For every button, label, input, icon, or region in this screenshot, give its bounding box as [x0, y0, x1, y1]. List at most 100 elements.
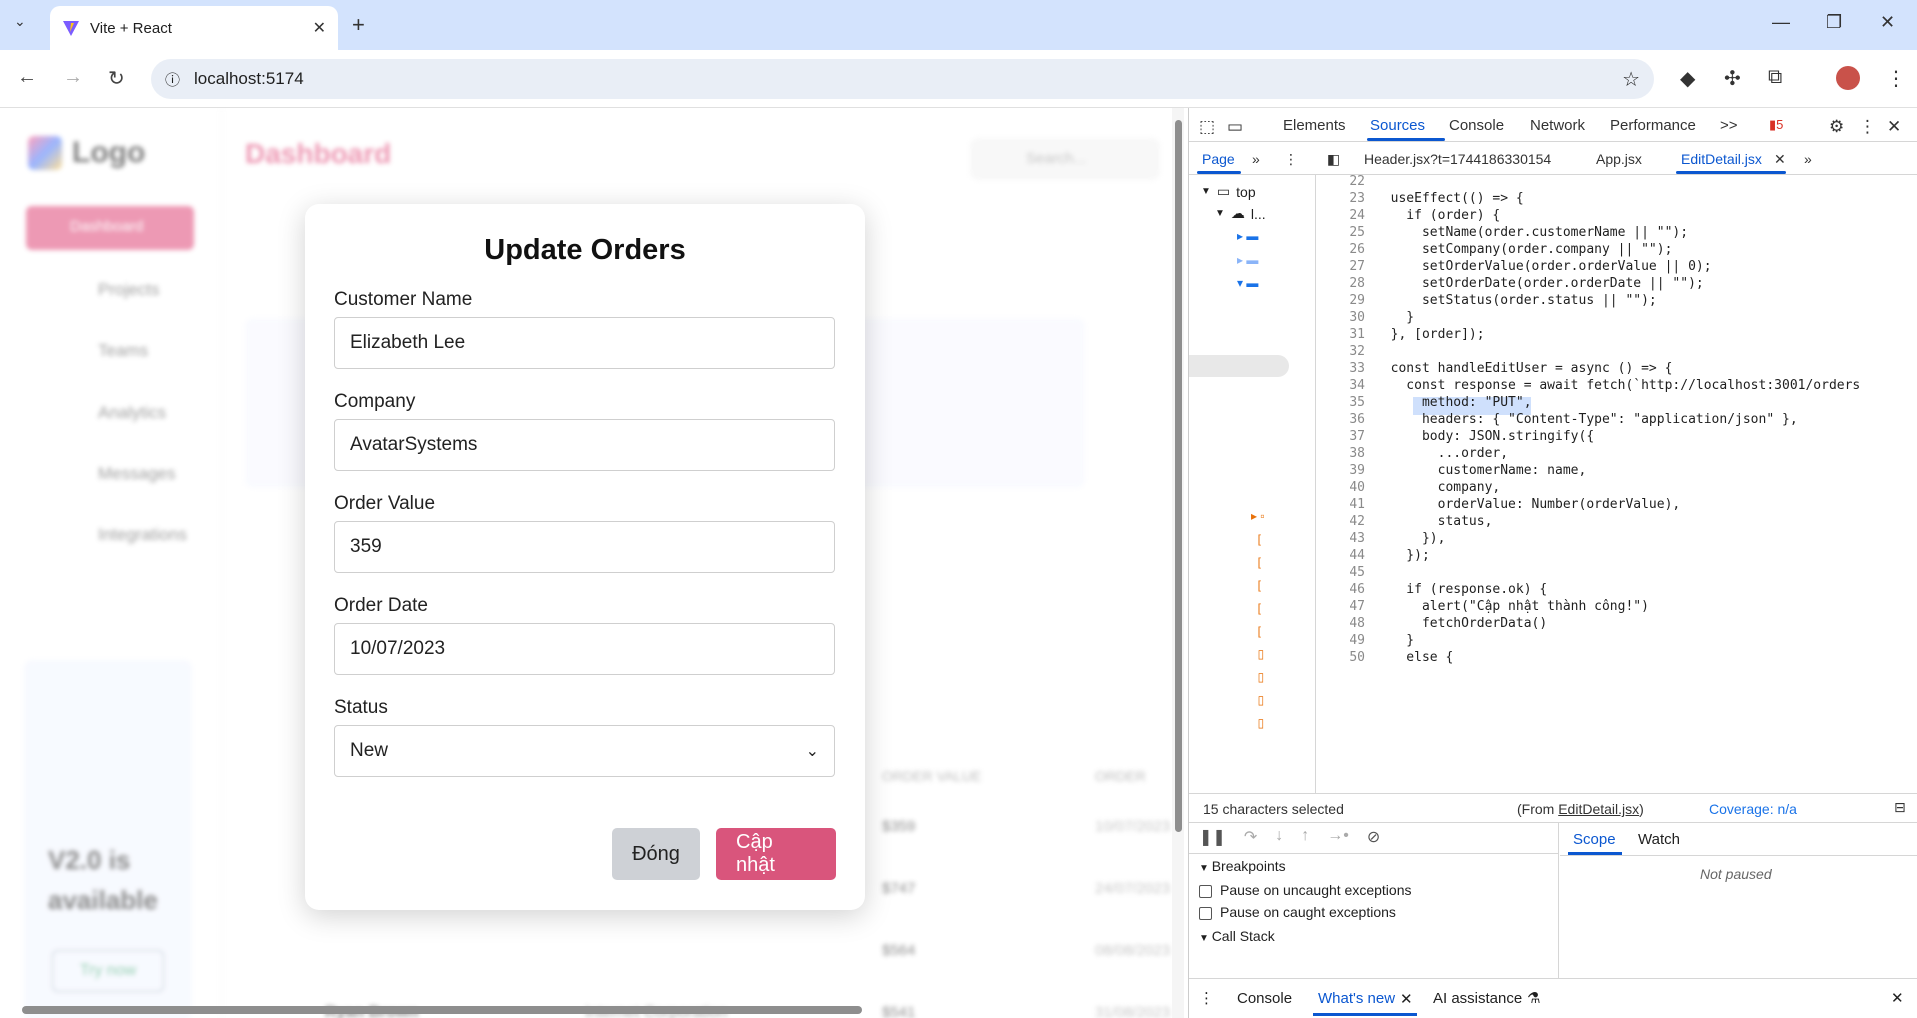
more-files-icon[interactable]: »	[1804, 151, 1812, 167]
browser-tab[interactable]: Vite + React ✕	[50, 6, 338, 50]
navigator-more-icon[interactable]: »	[1252, 151, 1260, 167]
chrome-menu-icon[interactable]: ⋮	[1886, 66, 1906, 91]
code-text: }),	[1375, 531, 1446, 546]
code-text: else {	[1375, 650, 1454, 665]
folder-icon[interactable]: ▾ ▬	[1237, 276, 1258, 290]
navigator-tab-page[interactable]: Page	[1202, 151, 1235, 167]
step-out-icon[interactable]: ↑	[1301, 827, 1309, 847]
address-bar[interactable]: ⓘ localhost:5174 ☆	[151, 59, 1654, 99]
modal-actions: Đóng Cập nhật	[612, 828, 836, 880]
close-button[interactable]: Đóng	[612, 828, 700, 880]
browser-toolbar: ← → ↻ ⓘ localhost:5174 ☆ ◆ ✣ ⧉ ⋮	[0, 50, 1917, 108]
tab-watch[interactable]: Watch	[1638, 831, 1680, 848]
tree-item-localhost[interactable]: ▼ ☁ l...	[1215, 205, 1266, 222]
step-into-icon[interactable]: ↓	[1275, 827, 1283, 847]
devtools-drawer: ⋮ Console What's new ✕ AI assistance ⚗ ✕	[1189, 978, 1917, 1018]
status-select[interactable]: New ⌄	[334, 725, 835, 777]
tab-elements[interactable]: Elements	[1283, 117, 1346, 134]
order-value-input[interactable]: 359	[334, 521, 835, 573]
customer-name-input[interactable]: Elizabeth Lee	[334, 317, 835, 369]
tree-item-top[interactable]: ▼ ▭ top	[1201, 183, 1256, 200]
page-horizontal-scrollbar-thumb[interactable]	[22, 1006, 862, 1014]
drawer-tab-ai-assistance[interactable]: AI assistance	[1433, 990, 1522, 1007]
tab-sources[interactable]: Sources	[1370, 117, 1425, 134]
company-input[interactable]: AvatarSystems	[334, 419, 835, 471]
tab-console[interactable]: Console	[1449, 117, 1504, 134]
source-map-link[interactable]: EditDetail.jsx	[1558, 801, 1639, 817]
drawer-tab-whats-new[interactable]: What's new	[1318, 990, 1395, 1007]
toggle-navigator-icon[interactable]: ◧	[1327, 151, 1340, 168]
code-text: });	[1375, 548, 1430, 563]
navigator-menu-icon[interactable]: ⋮	[1284, 151, 1298, 168]
line-number[interactable]: 50	[1317, 647, 1367, 668]
tab-search-icon[interactable]: ⌄	[14, 13, 26, 30]
drawer-toggle-icon[interactable]: ⊟	[1894, 799, 1906, 816]
code-text: status,	[1375, 514, 1493, 529]
file-tab-editdetail[interactable]: EditDetail.jsx	[1681, 151, 1762, 167]
company-label: Company	[334, 391, 416, 412]
pause-uncaught-option[interactable]: Pause on uncaught exceptions	[1199, 882, 1411, 898]
tab-network[interactable]: Network	[1530, 117, 1585, 134]
gear-icon[interactable]: ⚙	[1829, 117, 1844, 137]
tab-scope[interactable]: Scope	[1573, 831, 1616, 848]
window-close-icon[interactable]: ✕	[1880, 12, 1895, 33]
devtools-menu-icon[interactable]: ⋮	[1859, 117, 1876, 137]
drawer-menu-icon[interactable]: ⋮	[1199, 989, 1214, 1007]
drawer-tab-close-icon[interactable]: ✕	[1400, 990, 1413, 1008]
file-tab-header[interactable]: Header.jsx?t=1744186330154	[1364, 151, 1551, 167]
deactivate-breakpoints-icon[interactable]: ⊘	[1367, 827, 1380, 847]
folder-icon[interactable]: ▸ ▬	[1237, 229, 1258, 243]
minimize-icon[interactable]: —	[1772, 12, 1790, 33]
profile-avatar[interactable]	[1836, 66, 1860, 90]
more-tabs-icon[interactable]: >>	[1720, 117, 1738, 134]
back-icon[interactable]: ←	[17, 66, 37, 89]
pause-uncaught-checkbox[interactable]	[1199, 884, 1212, 898]
code-text: headers: { "Content-Type": "application/…	[1375, 412, 1798, 427]
frame-icon: ▭	[1216, 183, 1231, 199]
file-navigator-tree: ▼ ▭ top ▼ ☁ l... ▸ ▬ ▸ ▬ ▾ ▬ ▸ ▫ [ [ [ […	[1189, 175, 1316, 793]
pause-caught-option[interactable]: Pause on caught exceptions	[1199, 904, 1396, 920]
code-text: useEffect(() => {	[1375, 191, 1524, 206]
pause-icon[interactable]: ❚❚	[1199, 827, 1226, 847]
issues-badge[interactable]: ▮5	[1769, 117, 1783, 133]
step-icon[interactable]: →•	[1327, 827, 1349, 847]
site-info-icon[interactable]: ⓘ	[165, 69, 180, 90]
reload-icon[interactable]: ↻	[108, 66, 125, 91]
folder-icon[interactable]: ▸ ▬	[1237, 253, 1258, 267]
bookmark-star-icon[interactable]: ☆	[1622, 67, 1640, 92]
file-tab-app[interactable]: App.jsx	[1596, 151, 1642, 167]
device-toolbar-icon[interactable]: ▭	[1227, 117, 1243, 137]
file-tab-close-icon[interactable]: ✕	[1774, 151, 1786, 168]
extensions-puzzle-icon[interactable]: ⧉	[1768, 66, 1782, 89]
breakpoints-section[interactable]: ▼ Breakpoints	[1199, 858, 1286, 874]
new-tab-button[interactable]: +	[352, 12, 365, 38]
code-text: setCompany(order.company || "");	[1375, 242, 1673, 257]
order-date-input[interactable]: 10/07/2023	[334, 623, 835, 675]
pause-caught-checkbox[interactable]	[1199, 906, 1212, 920]
order-value-label: Order Value	[334, 493, 436, 514]
code-text: if (order) {	[1375, 208, 1501, 223]
extension-icon[interactable]: ◆	[1680, 66, 1695, 91]
extension-2-icon[interactable]: ✣	[1724, 66, 1741, 91]
inspect-element-icon[interactable]: ⬚	[1199, 117, 1215, 137]
drawer-tab-indicator	[1313, 1013, 1417, 1016]
tab-close-icon[interactable]: ✕	[313, 18, 326, 38]
coverage-status[interactable]: Coverage: n/a	[1709, 801, 1797, 817]
step-over-icon[interactable]: ↷	[1244, 827, 1257, 847]
drawer-close-icon[interactable]: ✕	[1891, 989, 1904, 1007]
code-text: }, [order]);	[1375, 327, 1485, 342]
page-vertical-scrollbar-thumb[interactable]	[1175, 120, 1182, 832]
code-text: ...order,	[1375, 446, 1509, 461]
restore-icon[interactable]: ❐	[1826, 12, 1842, 33]
drawer-tab-console[interactable]: Console	[1237, 990, 1292, 1007]
code-editor[interactable]: 22 23 useEffect(() => {24 if (order) {25 …	[1317, 175, 1917, 793]
tree-item-selected[interactable]	[1189, 355, 1289, 377]
update-button[interactable]: Cập nhật	[716, 828, 836, 880]
devtools-close-icon[interactable]: ✕	[1887, 117, 1901, 137]
forward-icon[interactable]: →	[63, 66, 83, 89]
tab-performance[interactable]: Performance	[1610, 117, 1696, 134]
company-field-group: Company AvatarSystems	[334, 391, 836, 471]
file-list[interactable]: ▸ ▫ [ [ [ [ [ ▯ ▯ ▯ ▯	[1251, 505, 1265, 735]
call-stack-section[interactable]: ▼ Call Stack	[1199, 928, 1275, 944]
